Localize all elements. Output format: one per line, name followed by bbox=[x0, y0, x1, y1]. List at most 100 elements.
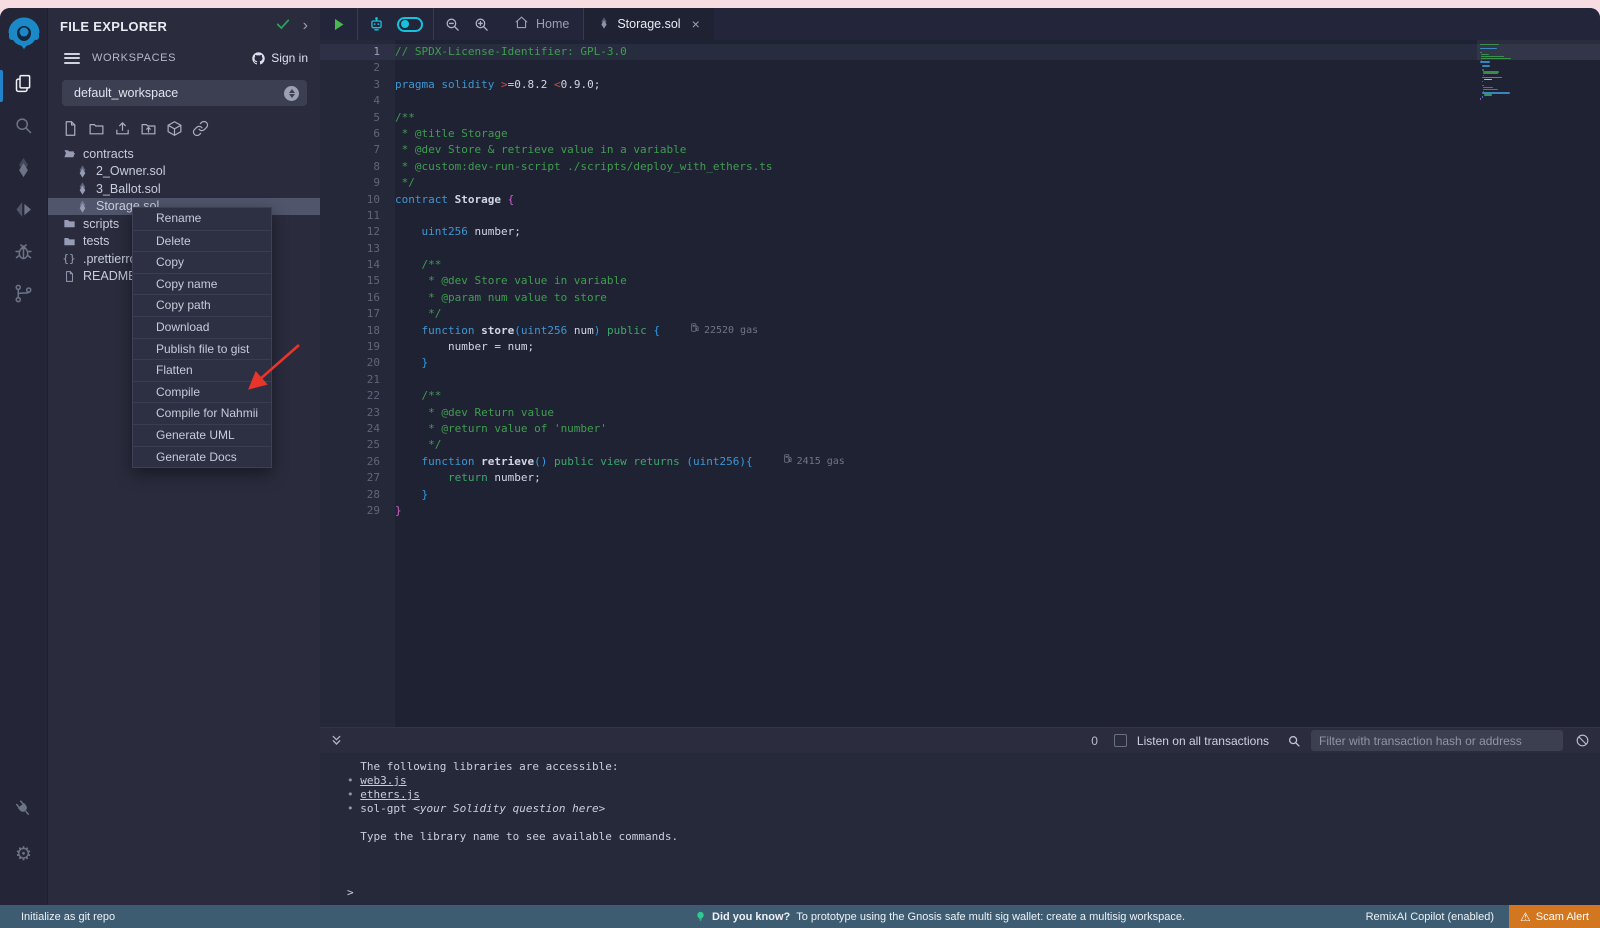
sign-in-button[interactable]: Sign in bbox=[251, 51, 308, 66]
terminal-search-icon[interactable] bbox=[1287, 734, 1301, 748]
context-menu-item-download[interactable]: Download bbox=[133, 316, 271, 338]
terminal-prompt[interactable]: > bbox=[347, 886, 1600, 900]
upload-file-icon[interactable] bbox=[114, 120, 131, 137]
zoom-out-icon[interactable] bbox=[444, 16, 461, 33]
cube-icon[interactable] bbox=[166, 120, 183, 137]
code-editor[interactable]: 1// SPDX-License-Identifier: GPL-3.023pr… bbox=[320, 40, 1600, 727]
lightbulb-icon bbox=[695, 910, 706, 923]
sidebar-item-debugger[interactable] bbox=[0, 234, 48, 274]
transaction-count-badge: 0 bbox=[1091, 734, 1098, 748]
warning-icon: ⚠ bbox=[1520, 911, 1531, 923]
listen-transactions-label: Listen on all transactions bbox=[1137, 734, 1269, 748]
sidebar-nav-bottom: ⚙ bbox=[0, 791, 48, 875]
terminal-expand-icon[interactable] bbox=[330, 734, 343, 747]
tree-item-contracts[interactable]: contracts bbox=[48, 145, 320, 163]
new-file-icon[interactable] bbox=[62, 120, 79, 137]
context-menu-item-rename[interactable]: Rename bbox=[133, 208, 271, 230]
sidebar-item-git[interactable] bbox=[0, 276, 48, 316]
line-number: 27 bbox=[320, 470, 395, 486]
sidebar-item-search[interactable] bbox=[0, 108, 48, 148]
workspace-select-value: default_workspace bbox=[74, 86, 178, 100]
copilot-toggle[interactable] bbox=[397, 17, 423, 32]
scam-alert-button[interactable]: ⚠ Scam Alert bbox=[1509, 905, 1600, 928]
sidebar-item-settings[interactable]: ⚙ bbox=[0, 835, 48, 875]
context-menu-item-publish-file-to-gist[interactable]: Publish file to gist bbox=[133, 338, 271, 360]
copilot-status[interactable]: RemixAI Copilot (enabled) bbox=[1366, 911, 1494, 923]
sidebar-item-plugin-manager[interactable] bbox=[0, 791, 48, 831]
solidity-compiler-icon bbox=[13, 157, 34, 183]
upload-folder-icon[interactable] bbox=[140, 120, 157, 137]
code-line-24: 24 * @return value of 'number' bbox=[320, 421, 1600, 437]
terminal-line: Type the library name to see available c… bbox=[347, 830, 1600, 844]
context-menu-item-copy-name[interactable]: Copy name bbox=[133, 273, 271, 295]
chevron-right-icon[interactable]: › bbox=[303, 17, 308, 35]
tab-home[interactable]: Home bbox=[500, 8, 583, 40]
gas-pump-icon bbox=[783, 453, 793, 470]
tab-close-icon[interactable]: × bbox=[692, 16, 700, 32]
editor-minimap[interactable] bbox=[1477, 40, 1600, 727]
context-menu-item-generate-uml[interactable]: Generate UML bbox=[133, 424, 271, 446]
context-menu: RenameDeleteCopyCopy nameCopy pathDownlo… bbox=[132, 207, 272, 468]
line-number: 13 bbox=[320, 241, 395, 257]
tree-item-2-owner-sol[interactable]: 2_Owner.sol bbox=[48, 163, 320, 181]
context-menu-item-copy[interactable]: Copy bbox=[133, 251, 271, 273]
transaction-filter-input[interactable] bbox=[1311, 730, 1563, 751]
folder-open-icon bbox=[62, 147, 76, 160]
line-number: 28 bbox=[320, 487, 395, 503]
code-line-23: 23 * @dev Return value bbox=[320, 405, 1600, 421]
workspaces-row: WORKSPACES Sign in bbox=[48, 44, 320, 72]
remix-logo-icon[interactable] bbox=[6, 16, 42, 52]
context-menu-item-copy-path[interactable]: Copy path bbox=[133, 294, 271, 316]
tab-home-label: Home bbox=[536, 17, 569, 31]
line-number: 2 bbox=[320, 60, 395, 76]
gas-estimate-badge: 2415 gas bbox=[783, 454, 845, 470]
terminal-line bbox=[347, 816, 1600, 830]
app-window: ⚙ FILE EXPLORER › WORKSPACES Sign in bbox=[0, 8, 1600, 928]
run-script-button[interactable] bbox=[330, 16, 347, 33]
link-icon[interactable] bbox=[192, 120, 209, 137]
line-number: 21 bbox=[320, 372, 395, 388]
clear-console-icon[interactable] bbox=[1575, 733, 1590, 748]
sidebar-item-file-explorer[interactable] bbox=[0, 66, 48, 106]
code-line-25: 25 */ bbox=[320, 437, 1600, 453]
code-line-20: 20 } bbox=[320, 355, 1600, 371]
terminal-link[interactable]: ethers.js bbox=[360, 788, 420, 801]
terminal-line: • sol-gpt <your Solidity question here> bbox=[347, 802, 1600, 816]
code-line-18: 18 function store(uint256 num) public {2… bbox=[320, 323, 1600, 339]
workspace-select[interactable]: default_workspace bbox=[62, 80, 307, 106]
tab-storage-sol[interactable]: Storage.sol × bbox=[584, 8, 713, 40]
sidebar-nav-top bbox=[0, 66, 48, 316]
context-menu-item-delete[interactable]: Delete bbox=[133, 230, 271, 252]
line-number: 8 bbox=[320, 159, 395, 175]
code-line-14: 14 /** bbox=[320, 257, 1600, 273]
listen-transactions-checkbox[interactable] bbox=[1114, 734, 1127, 747]
tree-item-label: contracts bbox=[83, 147, 134, 161]
line-number: 23 bbox=[320, 405, 395, 421]
context-menu-item-generate-docs[interactable]: Generate Docs bbox=[133, 446, 271, 468]
sol-icon bbox=[75, 182, 89, 195]
context-menu-item-compile[interactable]: Compile bbox=[133, 381, 271, 403]
code-line-21: 21 bbox=[320, 372, 1600, 388]
new-folder-icon[interactable] bbox=[88, 120, 105, 137]
zoom-in-icon[interactable] bbox=[473, 16, 490, 33]
terminal-link[interactable]: web3.js bbox=[360, 774, 406, 787]
context-menu-item-flatten[interactable]: Flatten bbox=[133, 359, 271, 381]
context-menu-item-compile-for-nahmii[interactable]: Compile for Nahmii bbox=[133, 402, 271, 424]
remixai-assistant-icon[interactable] bbox=[368, 16, 385, 33]
code-line-1: 1// SPDX-License-Identifier: GPL-3.0 bbox=[320, 44, 1600, 60]
tree-item-3-ballot-sol[interactable]: 3_Ballot.sol bbox=[48, 180, 320, 198]
sidebar-item-deploy-run[interactable] bbox=[0, 192, 48, 232]
terminal-panel: 0 Listen on all transactions The follow bbox=[320, 727, 1600, 905]
code-line-2: 2 bbox=[320, 60, 1600, 76]
line-number: 12 bbox=[320, 224, 395, 240]
workspaces-label: WORKSPACES bbox=[92, 52, 176, 64]
code-line-29: 29} bbox=[320, 503, 1600, 519]
code-line-16: 16 * @param num value to store bbox=[320, 290, 1600, 306]
git-init-button[interactable]: Initialize as git repo bbox=[21, 911, 115, 923]
line-number: 26 bbox=[320, 454, 395, 470]
line-number: 25 bbox=[320, 437, 395, 453]
workspaces-menu-icon[interactable] bbox=[64, 53, 80, 64]
sidebar-item-solidity-compiler[interactable] bbox=[0, 150, 48, 190]
file-explorer-header: FILE EXPLORER › bbox=[48, 8, 320, 44]
tree-item-label: .prettierrc bbox=[83, 252, 136, 266]
